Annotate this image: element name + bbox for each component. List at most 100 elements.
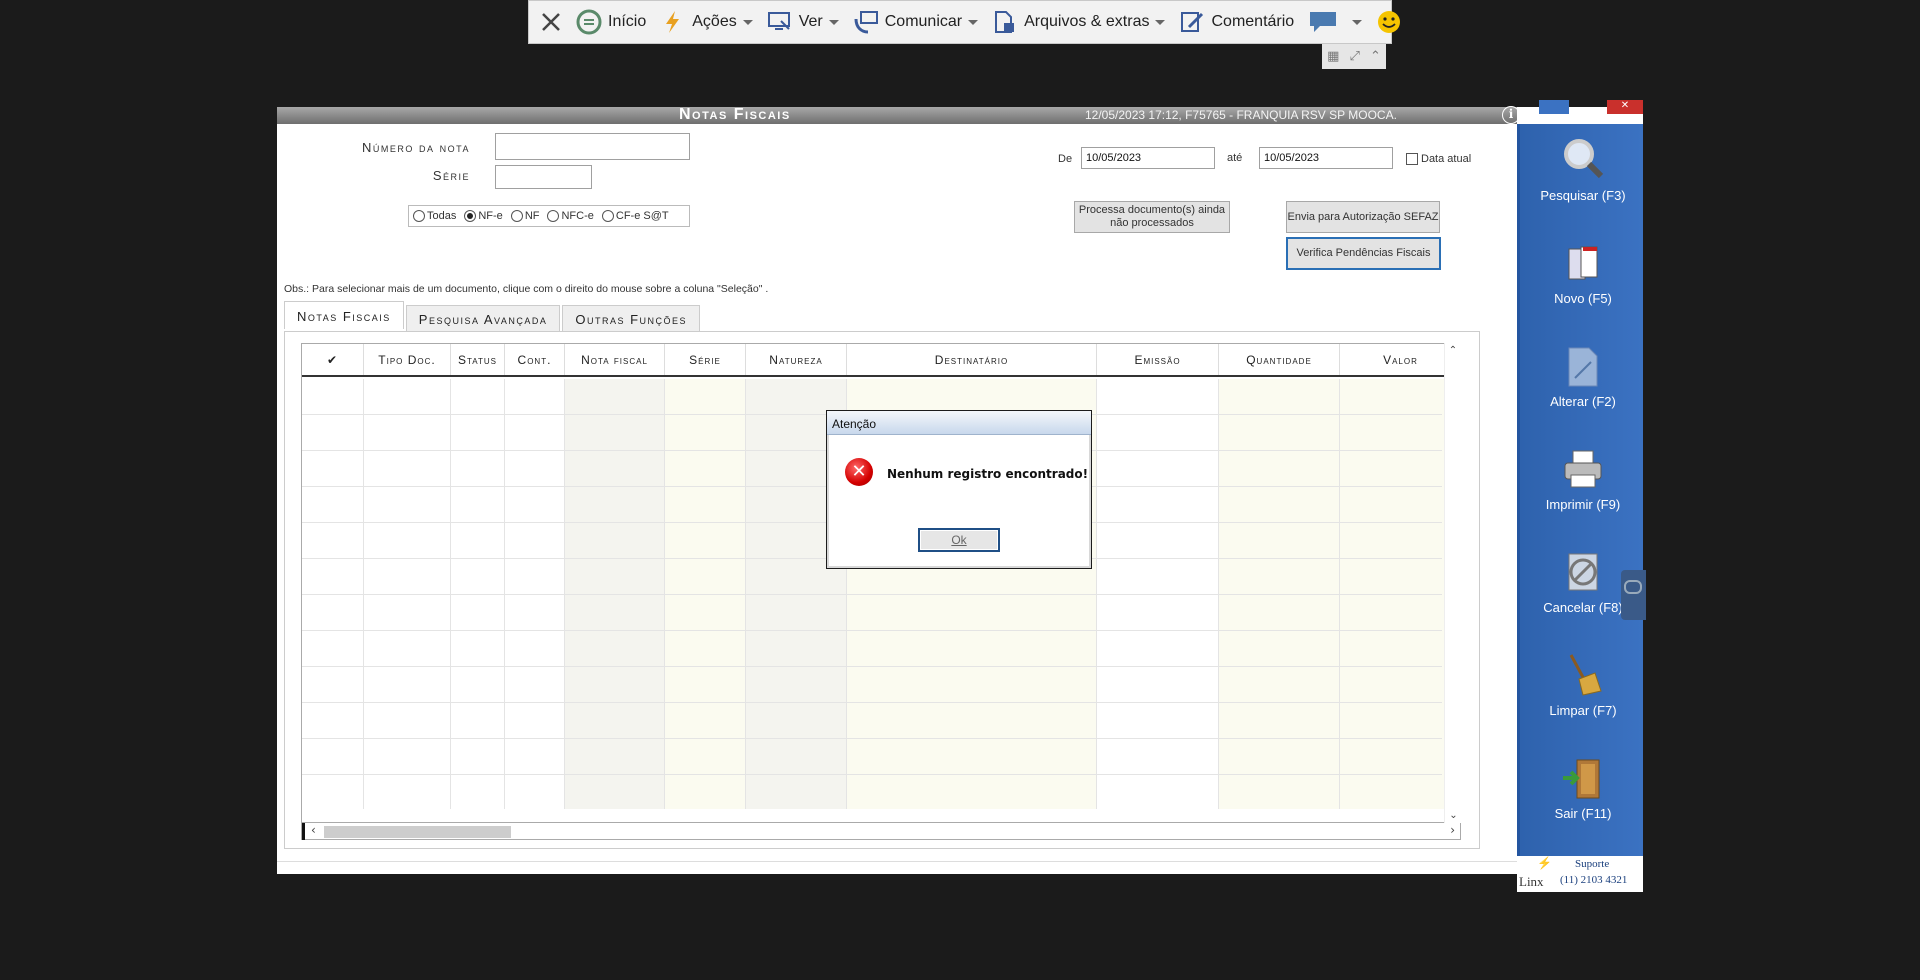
table-row — [302, 630, 1442, 631]
scroll-thumb[interactable] — [324, 826, 511, 838]
date-from-input[interactable] — [1081, 147, 1215, 169]
numero-nota-input[interactable] — [495, 133, 690, 160]
toolbar-close[interactable] — [533, 1, 569, 43]
linx-logo: Linx — [1519, 874, 1544, 889]
grid-horizontal-scrollbar[interactable]: ‹ › — [301, 823, 1461, 840]
radio-cfe-sat[interactable]: CF-e S@T — [601, 210, 669, 222]
chat-icon — [1308, 9, 1340, 35]
toolbar-inicio[interactable]: Início — [569, 1, 653, 43]
chevron-down-icon — [742, 19, 753, 25]
toolbar-comentario-label: Comentário — [1211, 13, 1295, 30]
data-atual-checkbox[interactable] — [1406, 153, 1418, 165]
pesquisar-button[interactable]: Pesquisar (F3) — [1520, 136, 1646, 203]
lightning-icon — [660, 9, 686, 35]
tab-pesquisa-avancada[interactable]: Pesquisa Avançada — [405, 305, 561, 331]
ate-label: até — [1227, 152, 1243, 164]
toolbar-chat[interactable] — [1301, 1, 1369, 43]
info-icon[interactable]: i — [1502, 106, 1520, 124]
table-row — [302, 774, 1442, 775]
scroll-left-icon[interactable]: ‹ — [311, 823, 316, 837]
scroll-up-icon[interactable]: ⌃ — [1445, 345, 1461, 356]
remote-handle-icon — [1624, 580, 1642, 594]
sair-button[interactable]: Sair (F11) — [1520, 754, 1646, 821]
close-icon — [542, 13, 560, 31]
ok-button[interactable]: Ok — [918, 528, 1000, 552]
toolbar-comunicar[interactable]: Comunicar — [846, 1, 985, 43]
radio-icon — [510, 210, 523, 222]
collapse-icon[interactable]: ⌃ — [1370, 49, 1381, 64]
grid-vertical-scrollbar[interactable]: ⌃ ⌄ — [1444, 343, 1461, 823]
error-icon: ✕ — [845, 458, 873, 486]
linx-flame-icon: ⚡ — [1537, 856, 1552, 870]
limpar-button[interactable]: Limpar (F7) — [1520, 651, 1646, 718]
grid-col-cont[interactable]: Cont. — [505, 344, 565, 375]
processa-button[interactable]: Processa documento(s) ainda não processa… — [1074, 201, 1230, 233]
remote-toolbar-mini: ▦ ⤢ ⌃ — [1322, 44, 1386, 69]
smiley-icon — [1376, 9, 1402, 35]
grid-header: ✔ Tipo Doc. Status Cont. Nota fiscal Sér… — [302, 344, 1460, 377]
minimize-button[interactable] — [1539, 100, 1569, 114]
action-sidebar: Pesquisar (F3) Novo (F5) Alterar (F2) Im… — [1517, 124, 1646, 856]
window-titlebar: Notas Fiscais 12/05/2023 17:12, F75765 -… — [277, 106, 1520, 124]
table-row — [302, 738, 1442, 739]
magnifier-icon — [1559, 136, 1607, 184]
obs-text: Obs.: Para selecionar mais de um documen… — [284, 283, 769, 295]
grid-col-emissao[interactable]: Emissão — [1097, 344, 1219, 375]
toolbar-acoes-label: Ações — [692, 13, 737, 30]
comment-icon — [1179, 9, 1205, 35]
scroll-down-icon[interactable]: ⌄ — [1445, 810, 1462, 821]
toolbar-acoes[interactable]: Ações — [653, 1, 759, 43]
grid-col-status[interactable]: Status — [451, 344, 505, 375]
envia-sefaz-button[interactable]: Envia para Autorização SEFAZ — [1286, 201, 1440, 233]
support-title: Suporte — [1575, 858, 1610, 870]
verifica-pendencias-button[interactable]: Verifica Pendências Fiscais — [1286, 237, 1441, 270]
radio-nfe[interactable]: NF-e — [464, 210, 503, 222]
grid-col-valor[interactable]: Valor — [1340, 344, 1460, 375]
window-close-button[interactable]: ✕ — [1607, 100, 1643, 114]
grid-col-quantidade[interactable]: Quantidade — [1219, 344, 1340, 375]
serie-input[interactable] — [495, 165, 592, 189]
toolbar-arquivos[interactable]: Arquivos & extras — [985, 1, 1172, 43]
grid-icon[interactable]: ▦ — [1327, 49, 1339, 64]
scroll-right-icon[interactable]: › — [1450, 823, 1455, 837]
toolbar-inicio-label: Início — [608, 13, 647, 30]
toolbar-ver-label: Ver — [798, 13, 823, 30]
support-box: Linx ⚡ Suporte (11) 2103 4321 — [1517, 856, 1643, 892]
date-to-input[interactable] — [1259, 147, 1393, 169]
chevron-down-icon — [1352, 19, 1363, 25]
radio-icon — [413, 210, 425, 222]
grid-col-destinatario[interactable]: Destinatário — [847, 344, 1097, 375]
dialog-message: Nenhum registro encontrado! — [887, 467, 1089, 481]
toolbar-smiley[interactable] — [1369, 1, 1415, 43]
radio-nf[interactable]: NF — [510, 210, 539, 222]
fullscreen-icon[interactable]: ⤢ — [1349, 49, 1359, 64]
tab-outras-funcoes[interactable]: Outras Funções — [562, 305, 701, 331]
alterar-button[interactable]: Alterar (F2) — [1520, 342, 1646, 409]
imprimir-button[interactable]: Imprimir (F9) — [1520, 445, 1646, 512]
chevron-down-icon — [1155, 19, 1166, 25]
side-tab-handle[interactable] — [1621, 570, 1646, 620]
support-phone: (11) 2103 4321 — [1560, 874, 1628, 886]
dialog-title: Atenção — [827, 411, 1091, 435]
table-row — [302, 702, 1442, 703]
grid-col-natureza[interactable]: Natureza — [746, 344, 847, 375]
numero-nota-label: Número da nota — [362, 140, 470, 155]
chevron-down-icon — [828, 19, 839, 25]
toolbar-comunicar-label: Comunicar — [884, 13, 963, 30]
grid-col-nota-fiscal[interactable]: Nota fiscal — [565, 344, 665, 375]
chevron-down-icon — [968, 19, 979, 25]
grid-col-serie[interactable]: Série — [665, 344, 746, 375]
files-icon — [992, 9, 1018, 35]
grid-col-selecao[interactable]: ✔ — [302, 344, 364, 375]
toolbar-comentario[interactable]: Comentário — [1172, 1, 1301, 43]
radio-nfce[interactable]: NFC-e — [547, 210, 594, 222]
novo-button[interactable]: Novo (F5) — [1520, 239, 1646, 306]
tab-notas-fiscais[interactable]: Notas Fiscais — [284, 301, 404, 329]
radio-todas[interactable]: Todas — [413, 210, 456, 222]
radio-selected-icon — [464, 210, 477, 222]
toolbar-ver[interactable]: Ver — [760, 1, 846, 43]
new-doc-icon — [1559, 239, 1607, 287]
scroll-marker — [302, 823, 305, 840]
serie-label: Série — [432, 168, 470, 183]
grid-col-tipo-doc[interactable]: Tipo Doc. — [364, 344, 451, 375]
